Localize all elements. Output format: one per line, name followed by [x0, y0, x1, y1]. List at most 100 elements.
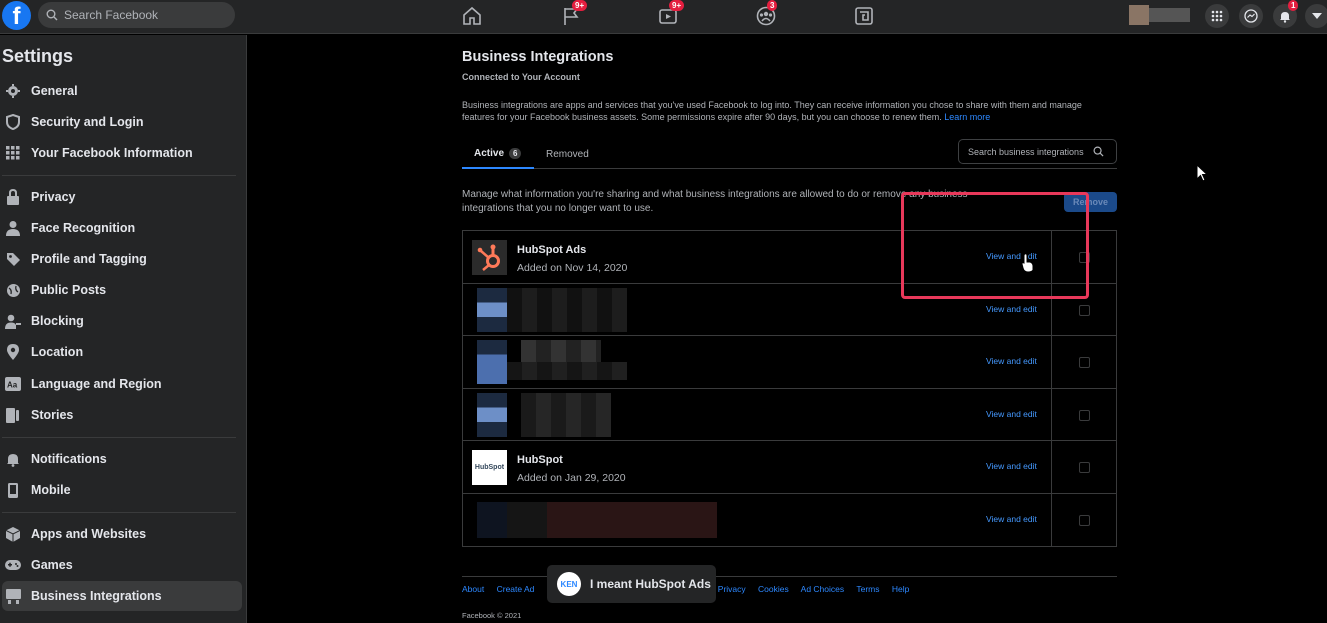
sidebar-item-games[interactable]: Games — [2, 550, 242, 580]
account-menu-button[interactable] — [1305, 4, 1327, 28]
sidebar-item-general[interactable]: General — [2, 76, 242, 106]
pin-icon — [4, 344, 22, 360]
integration-added-date: Added on Jan 29, 2020 — [517, 472, 626, 484]
sidebar-item-language-region[interactable]: Aa Language and Region — [2, 369, 242, 399]
sidebar-item-label: Business Integrations — [31, 589, 162, 603]
sidebar-divider — [2, 437, 236, 438]
integrations-search-input[interactable] — [968, 146, 1093, 157]
sidebar-item-stories[interactable]: Stories — [2, 400, 242, 430]
gamepad-icon — [4, 557, 22, 573]
tab-label: Removed — [546, 148, 589, 160]
sidebar-item-privacy[interactable]: Privacy — [2, 182, 242, 212]
caret-down-icon — [1312, 13, 1322, 19]
sidebar-item-blocking[interactable]: Blocking — [2, 306, 242, 336]
table-row: View and edit — [463, 493, 1116, 546]
hand-cursor-icon — [1021, 253, 1034, 273]
footer-link-terms[interactable]: Terms — [856, 584, 879, 594]
pages-badge: 9+ — [572, 0, 588, 11]
sidebar-item-label: Stories — [31, 408, 74, 422]
integrations-search[interactable] — [958, 139, 1117, 164]
search-input[interactable] — [64, 8, 224, 22]
hubspot-logo: HubSpot — [472, 450, 507, 485]
blurred-logo — [477, 287, 507, 332]
column-separator — [1051, 493, 1052, 546]
gaming-icon[interactable] — [853, 5, 875, 27]
book-icon — [4, 407, 22, 423]
block-user-icon — [4, 313, 22, 329]
sidebar-item-mobile[interactable]: Mobile — [2, 475, 242, 505]
view-and-edit-link[interactable]: View and edit — [986, 461, 1037, 471]
arrow-cursor-icon — [1196, 164, 1208, 182]
row-checkbox[interactable] — [1079, 304, 1090, 316]
sidebar-item-security[interactable]: Security and Login — [2, 107, 242, 137]
pages-flag-icon[interactable]: 9+ — [560, 0, 588, 27]
globe-icon — [4, 282, 22, 298]
top-navigation-bar: f 9+ 9+ 3 1 — [0, 0, 1327, 34]
view-and-edit-link[interactable]: View and edit — [986, 514, 1037, 524]
footer-link-create-ad[interactable]: Create Ad — [497, 584, 535, 594]
sidebar-item-label: Apps and Websites — [31, 527, 147, 541]
footer-link-cookies[interactable]: Cookies — [758, 584, 789, 594]
watch-icon[interactable]: 9+ — [657, 0, 685, 27]
column-separator — [1051, 336, 1052, 388]
integration-name: HubSpot Ads — [517, 244, 587, 256]
tab-label: Active — [474, 147, 505, 159]
footer-link-help[interactable]: Help — [892, 584, 909, 594]
menu-grid-button[interactable] — [1205, 4, 1229, 28]
highlight-box — [901, 192, 1089, 299]
messenger-button[interactable] — [1239, 4, 1263, 28]
sidebar-item-location[interactable]: Location — [2, 337, 242, 367]
footer-link-about[interactable]: About — [462, 584, 484, 594]
row-checkbox[interactable] — [1079, 357, 1090, 368]
blurred-text — [507, 287, 627, 332]
sidebar-item-public-posts[interactable]: Public Posts — [2, 275, 242, 305]
learn-more-link[interactable]: Learn more — [944, 112, 990, 122]
row-checkbox[interactable] — [1079, 514, 1090, 526]
copyright: Facebook © 2021 — [462, 611, 522, 620]
bell-icon — [1280, 11, 1290, 23]
sidebar-item-label: Games — [31, 558, 73, 572]
notifications-button[interactable]: 1 — [1273, 0, 1299, 28]
sidebar-item-your-information[interactable]: Your Facebook Information — [2, 138, 242, 168]
gear-icon — [4, 83, 22, 99]
phone-icon — [4, 482, 22, 498]
blurred-text — [521, 392, 611, 437]
sidebar-item-notifications[interactable]: Notifications — [2, 444, 242, 474]
home-icon[interactable] — [461, 5, 483, 27]
footer-link-privacy[interactable]: Privacy — [718, 584, 746, 594]
facebook-logo[interactable]: f — [2, 1, 31, 30]
language-icon: Aa — [4, 376, 22, 392]
sidebar-item-label: Face Recognition — [31, 221, 136, 235]
column-separator — [1051, 441, 1052, 493]
tab-active[interactable]: Active 6 — [462, 139, 534, 169]
tab-removed[interactable]: Removed — [546, 139, 589, 169]
page-title: Business Integrations — [462, 49, 614, 65]
user-icon — [4, 220, 22, 236]
presenter-badge: KEN — [557, 572, 581, 596]
sidebar-item-label: General — [31, 84, 78, 98]
sidebar-item-business-integrations[interactable]: Business Integrations — [2, 581, 242, 611]
search-icon — [46, 9, 58, 21]
blurred-logo — [477, 340, 507, 384]
svg-text:Aa: Aa — [7, 381, 18, 390]
table-row: View and edit — [463, 336, 1116, 389]
sidebar-item-label: Your Facebook Information — [31, 146, 193, 160]
sidebar-item-face-recognition[interactable]: Face Recognition — [2, 213, 242, 243]
sidebar-item-profile-tagging[interactable]: Profile and Tagging — [2, 244, 242, 274]
sidebar-divider — [2, 175, 236, 176]
hubspot-logo-text: HubSpot — [474, 464, 505, 471]
groups-icon[interactable]: 3 — [755, 0, 778, 27]
row-checkbox[interactable] — [1079, 409, 1090, 421]
row-checkbox[interactable] — [1079, 462, 1090, 473]
lock-icon — [4, 189, 22, 205]
profile-avatar[interactable] — [1129, 5, 1149, 25]
footer-link-ad-choices[interactable]: Ad Choices — [801, 584, 844, 594]
view-and-edit-link[interactable]: View and edit — [986, 409, 1037, 419]
sidebar-item-apps-websites[interactable]: Apps and Websites — [2, 519, 242, 549]
shield-icon — [4, 114, 22, 130]
profile-name-blurred[interactable] — [1149, 8, 1190, 22]
table-row: HubSpot HubSpot Added on Jan 29, 2020 Vi… — [463, 441, 1116, 494]
view-and-edit-link[interactable]: View and edit — [986, 304, 1037, 314]
search-bar[interactable] — [38, 2, 235, 28]
view-and-edit-link[interactable]: View and edit — [986, 356, 1037, 366]
